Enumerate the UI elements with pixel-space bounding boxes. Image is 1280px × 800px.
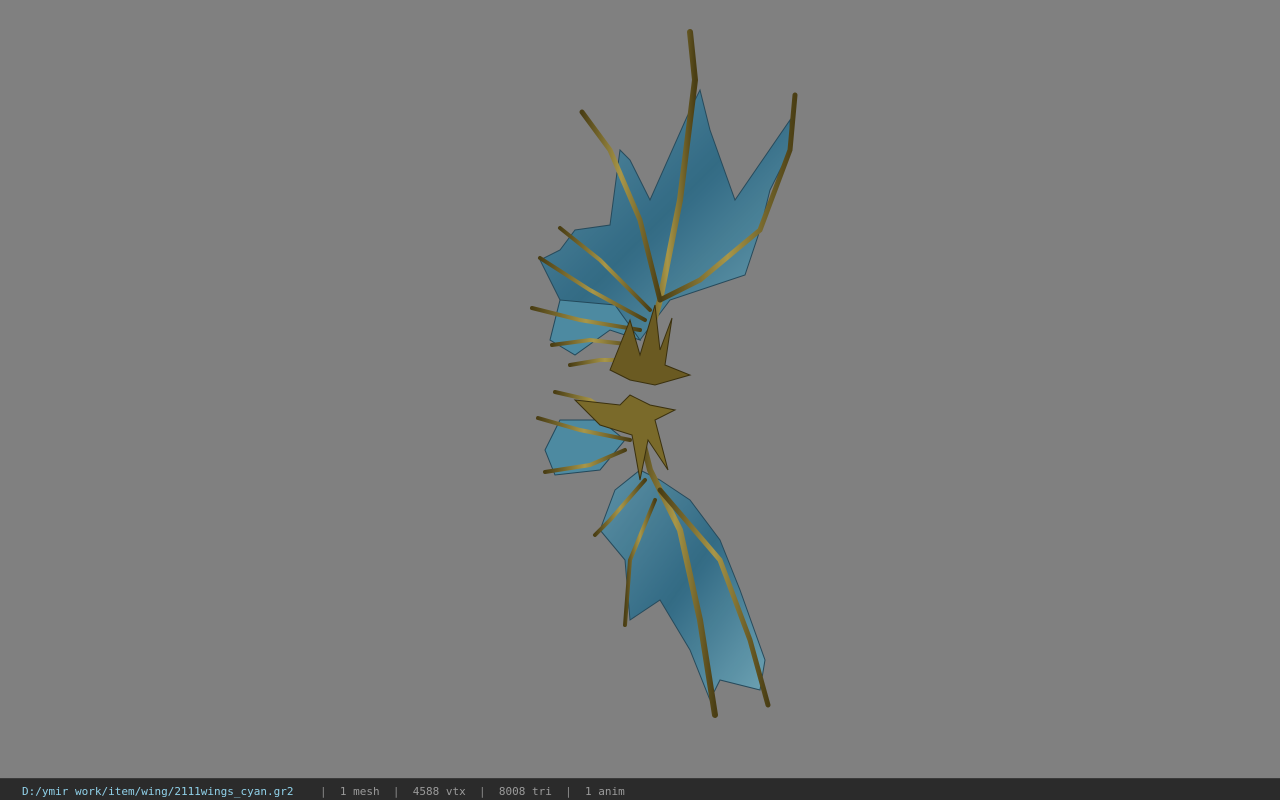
vertex-count: 4588 vtx bbox=[412, 785, 466, 798]
anim-count: 1 anim bbox=[585, 785, 625, 798]
wing-model bbox=[530, 29, 798, 718]
file-path: D:/ymir work/item/wing/2111wings_cyan.gr… bbox=[22, 785, 294, 798]
lower-wing bbox=[536, 390, 771, 718]
status-separator: | bbox=[479, 785, 486, 798]
status-bar: D:/ymir work/item/wing/2111wings_cyan.gr… bbox=[0, 778, 1280, 800]
status-separator: | bbox=[565, 785, 572, 798]
triangle-count: 8008 tri bbox=[498, 785, 552, 798]
model-viewport[interactable] bbox=[0, 0, 1280, 778]
mesh-count: 1 mesh bbox=[339, 785, 380, 798]
upper-wing bbox=[530, 29, 798, 386]
status-separator: | bbox=[320, 785, 327, 798]
status-separator: | bbox=[392, 785, 400, 798]
